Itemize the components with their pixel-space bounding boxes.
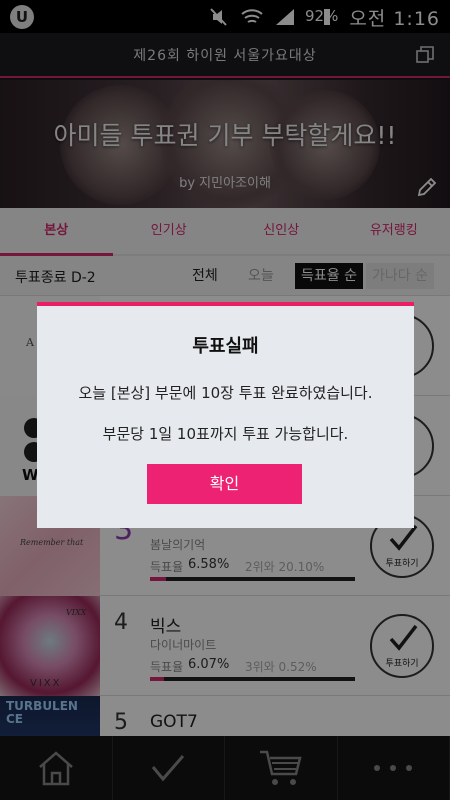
vote-failed-dialog: 투표실패 오늘 [본상] 부문에 10장 투표 완료하였습니다. 부문당 1일 … [37, 302, 414, 528]
dialog-message: 부문당 1일 10표까지 투표 가능합니다. [102, 425, 349, 443]
dialog-message: 오늘 [본상] 부문에 10장 투표 완료하였습니다. [78, 384, 373, 402]
dialog-title: 투표실패 [192, 336, 259, 357]
confirm-button[interactable]: 확인 [147, 464, 302, 504]
